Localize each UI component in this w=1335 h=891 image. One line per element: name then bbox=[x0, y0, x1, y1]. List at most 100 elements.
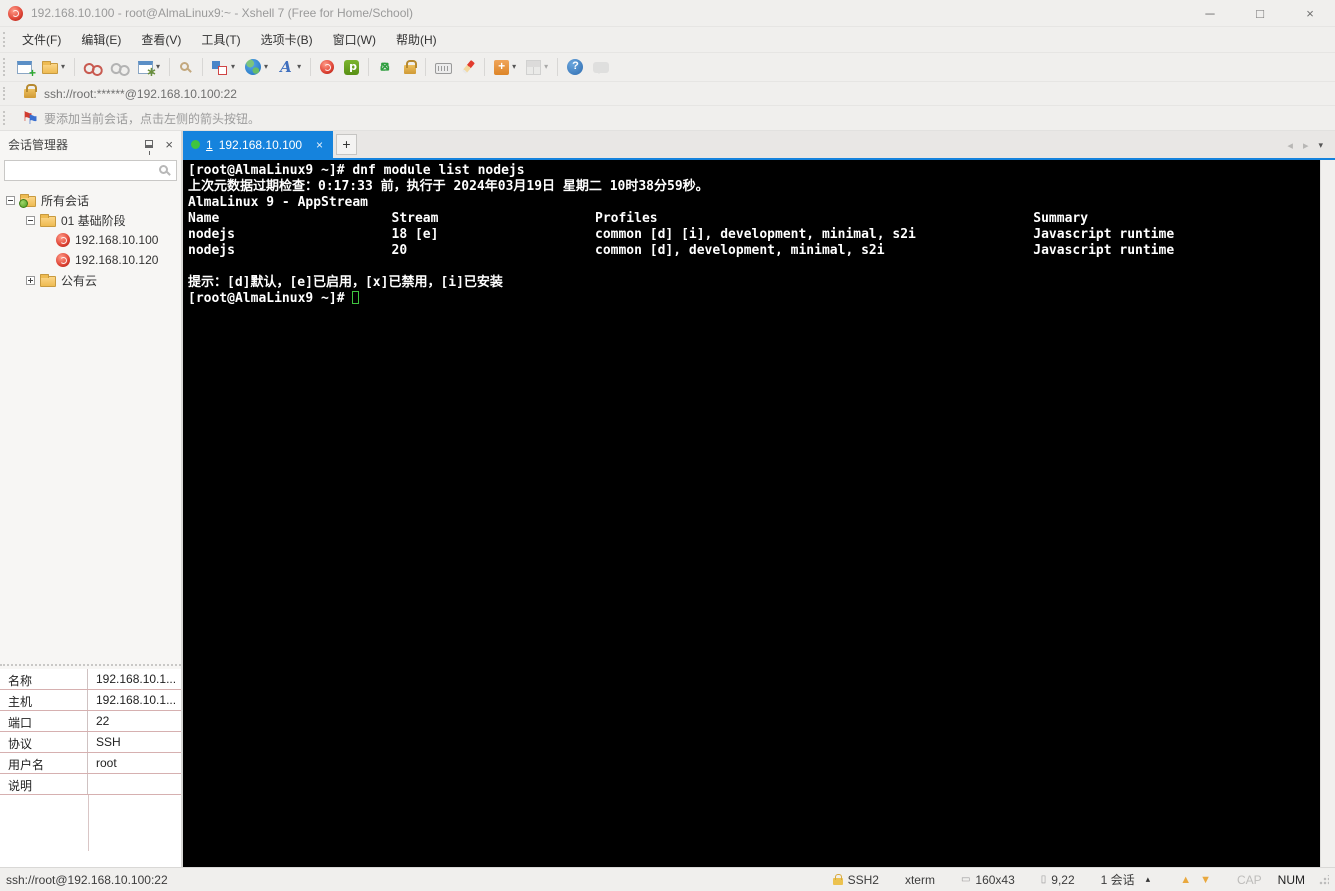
pin-icon[interactable] bbox=[145, 140, 154, 155]
folder-icon bbox=[40, 214, 56, 227]
tree-item-folder-cloud[interactable]: 公有云 bbox=[0, 270, 181, 290]
tree-item-session-120[interactable]: 192.168.10.120 bbox=[0, 250, 181, 270]
highlight-pen-icon bbox=[462, 60, 475, 74]
tab-scroll-right-icon[interactable]: ▸ bbox=[1303, 139, 1309, 152]
reconnect-button[interactable] bbox=[107, 58, 132, 77]
property-row: 名称 192.168.10.1... bbox=[0, 669, 181, 690]
num-lock-indicator: NUM bbox=[1277, 872, 1305, 887]
tab-list-dropdown-icon[interactable]: ▾ bbox=[1318, 140, 1323, 151]
chevron-down-icon: ▾ bbox=[512, 62, 517, 71]
xshell-button[interactable] bbox=[316, 57, 338, 77]
xftp-button[interactable] bbox=[340, 57, 363, 78]
disconnect-button[interactable] bbox=[80, 58, 105, 77]
toolbar-separator bbox=[310, 58, 312, 76]
tab-close-icon[interactable]: × bbox=[314, 138, 325, 152]
address-url[interactable]: ssh://root:******@192.168.10.100:22 bbox=[44, 87, 237, 101]
session-properties-button[interactable]: ▾ bbox=[134, 58, 164, 80]
search-input[interactable] bbox=[4, 160, 177, 181]
chevron-down-icon: ▾ bbox=[61, 62, 66, 71]
session-icon bbox=[56, 233, 70, 247]
font-icon bbox=[278, 58, 294, 76]
tree-item-session-100[interactable]: 192.168.10.100 bbox=[0, 230, 181, 250]
property-value[interactable]: SSH bbox=[88, 732, 181, 752]
expand-icon[interactable] bbox=[26, 275, 35, 285]
tab-scroll-left-icon[interactable]: ◂ bbox=[1287, 139, 1293, 152]
minimize-button[interactable]: ─ bbox=[1199, 6, 1221, 21]
maximize-button[interactable]: □ bbox=[1249, 6, 1271, 21]
session-search bbox=[0, 157, 181, 184]
encoding-button[interactable]: ▾ bbox=[241, 56, 272, 78]
highlight-button[interactable] bbox=[458, 57, 479, 77]
property-value[interactable]: root bbox=[88, 753, 181, 773]
content-area: 1 192.168.10.100 × + ◂ ▸ ▾ [root@AlmaLin… bbox=[183, 131, 1335, 867]
new-tab-button[interactable]: + bbox=[336, 134, 357, 155]
property-value[interactable]: 192.168.10.1... bbox=[88, 669, 181, 689]
lock-icon bbox=[832, 873, 843, 885]
font-button[interactable]: ▾ bbox=[274, 56, 305, 78]
toolbar-separator bbox=[368, 58, 370, 76]
terminal-cursor bbox=[352, 291, 360, 304]
new-file-icon bbox=[494, 59, 510, 75]
connected-dot-icon bbox=[191, 140, 200, 149]
resize-grip[interactable] bbox=[1319, 874, 1329, 885]
properties-filler bbox=[0, 795, 181, 867]
prev-session-icon[interactable]: ▲ bbox=[1180, 874, 1191, 886]
cursor-position-icon: ▯ bbox=[1040, 874, 1047, 885]
root-folder-icon bbox=[19, 194, 36, 208]
info-text: 要添加当前会话，点击左侧的箭头按钮。 bbox=[44, 111, 261, 126]
close-button[interactable]: × bbox=[1299, 6, 1321, 21]
property-value[interactable]: 22 bbox=[88, 711, 181, 731]
menu-help[interactable]: 帮助(H) bbox=[386, 27, 447, 52]
virtual-keyboard-button[interactable] bbox=[431, 58, 456, 77]
property-row: 端口 22 bbox=[0, 711, 181, 732]
new-session-button[interactable] bbox=[13, 58, 36, 80]
tile-windows-button[interactable]: ▾ bbox=[522, 57, 552, 78]
disconnect-icon bbox=[84, 61, 101, 74]
terminal-line: Name Stream Profiles Summary bbox=[188, 211, 1089, 226]
status-terminal-type[interactable]: xterm bbox=[905, 873, 935, 887]
toolbar-grip[interactable] bbox=[3, 58, 8, 76]
menu-file[interactable]: 文件(F) bbox=[12, 27, 71, 52]
next-session-icon[interactable]: ▼ bbox=[1200, 874, 1211, 886]
open-session-button[interactable]: ▾ bbox=[38, 57, 69, 77]
find-button[interactable] bbox=[175, 58, 197, 77]
terminal-scrollbar[interactable] bbox=[1320, 160, 1335, 867]
terminal[interactable]: [root@AlmaLinux9 ~]# dnf module list nod… bbox=[183, 160, 1320, 867]
menu-tools[interactable]: 工具(T) bbox=[191, 27, 250, 52]
fullscreen-icon bbox=[378, 59, 394, 75]
collapse-icon[interactable] bbox=[6, 195, 15, 205]
toolbar-separator bbox=[557, 58, 559, 76]
chevron-down-icon: ▾ bbox=[297, 62, 302, 71]
collapse-icon[interactable] bbox=[26, 215, 35, 225]
lock-screen-button[interactable] bbox=[400, 57, 420, 77]
toolbar-grip[interactable] bbox=[3, 87, 8, 100]
new-file-transfer-button[interactable]: ▾ bbox=[490, 57, 520, 78]
status-bar: ssh://root@192.168.10.100:22 SSH2 xterm … bbox=[0, 867, 1335, 891]
toolbar-grip[interactable] bbox=[3, 32, 8, 47]
menu-window[interactable]: 窗口(W) bbox=[323, 27, 386, 52]
fullscreen-button[interactable] bbox=[374, 56, 398, 78]
property-value[interactable]: 192.168.10.1... bbox=[88, 690, 181, 710]
menu-view[interactable]: 查看(V) bbox=[131, 27, 191, 52]
tree-item-all-sessions[interactable]: 所有会话 bbox=[0, 190, 181, 210]
screen-size-icon: ▭ bbox=[960, 874, 971, 885]
status-session-count[interactable]: 1 会话 ▴ bbox=[1101, 871, 1151, 888]
menu-edit[interactable]: 编辑(E) bbox=[71, 27, 131, 52]
feedback-button[interactable] bbox=[589, 58, 613, 76]
xshell-logo-icon bbox=[8, 5, 23, 21]
session-manager-panel: 会话管理器 × 所有会话 01 基础阶段 192.168.10.100 192.… bbox=[0, 131, 181, 867]
layout-button[interactable]: ▾ bbox=[208, 57, 239, 78]
panel-close-icon[interactable]: × bbox=[165, 137, 173, 152]
property-value[interactable] bbox=[88, 774, 181, 794]
status-url: ssh://root@192.168.10.100:22 bbox=[6, 872, 168, 887]
tile-windows-icon bbox=[526, 59, 542, 75]
help-button[interactable] bbox=[563, 56, 587, 78]
tree-item-folder-basic[interactable]: 01 基础阶段 bbox=[0, 210, 181, 230]
menu-tab[interactable]: 选项卡(B) bbox=[251, 27, 323, 52]
toolbar-separator bbox=[484, 58, 486, 76]
tab-session-100[interactable]: 1 192.168.10.100 × bbox=[183, 131, 333, 158]
open-folder-icon bbox=[42, 61, 58, 74]
main-area: 会话管理器 × 所有会话 01 基础阶段 192.168.10.100 192.… bbox=[0, 130, 1335, 867]
toolbar-grip[interactable] bbox=[3, 111, 8, 125]
toolbar-separator bbox=[169, 58, 171, 76]
